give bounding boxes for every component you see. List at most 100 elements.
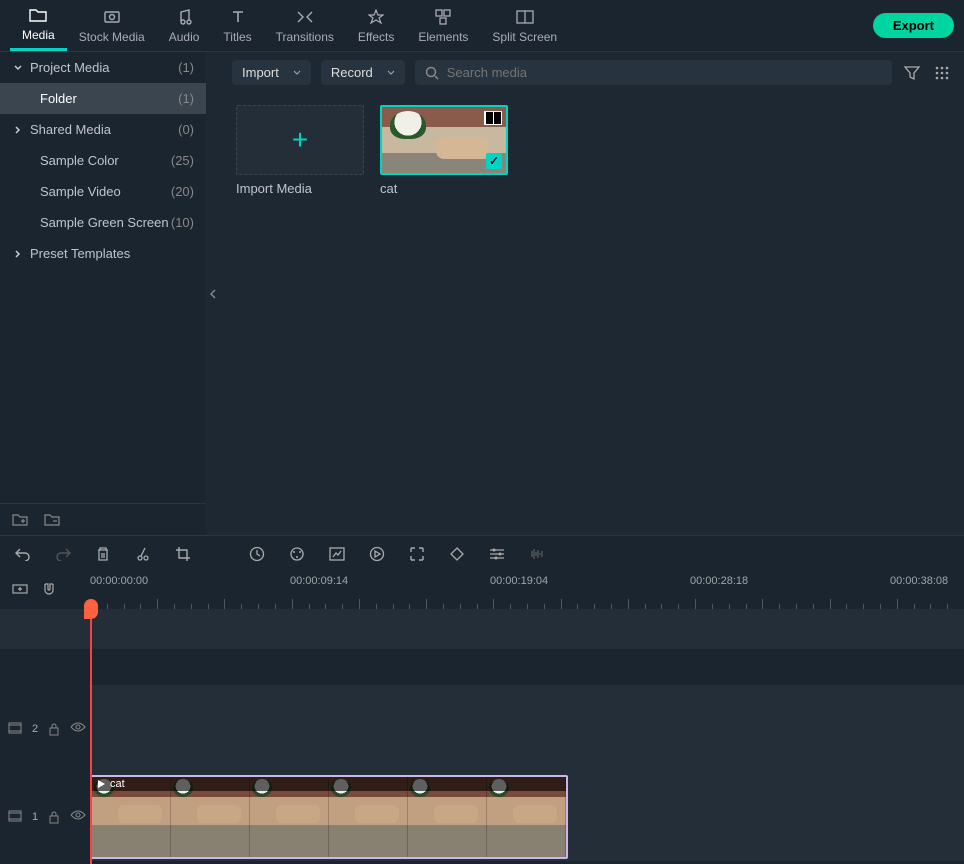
timeline-ruler-row: 00:00:00:0000:00:09:1400:00:19:0400:00:2… [0, 571, 964, 609]
media-clip-cat[interactable]: ✓ cat [380, 105, 508, 196]
filmstrip-icon [484, 111, 502, 125]
stock-icon [103, 8, 121, 26]
import-thumbnail: + [236, 105, 364, 175]
filmstrip-icon [8, 722, 22, 736]
tab-transitions[interactable]: Transitions [264, 0, 346, 51]
top-toolbar: Media Stock Media Audio Titles Transitio… [0, 0, 964, 52]
undo-icon[interactable] [14, 545, 32, 563]
sidebar-item-label: Folder [40, 91, 178, 106]
import-dropdown[interactable]: Import [232, 60, 311, 85]
track-number: 2 [32, 723, 38, 735]
sidebar-bottom-bar [0, 503, 206, 535]
add-track-icon[interactable] [12, 582, 28, 598]
dropdown-label: Import [242, 65, 279, 80]
sidebar-collapse-handle[interactable] [206, 52, 220, 535]
media-grid: + Import Media ✓ cat [220, 93, 964, 208]
ruler-time-label: 00:00:00:00 [90, 575, 148, 587]
sidebar-item-sample-video[interactable]: Sample Video(20) [0, 176, 206, 207]
new-folder-icon[interactable] [12, 512, 28, 528]
sidebar-item-project-media[interactable]: Project Media(1) [0, 52, 206, 83]
transitions-icon [296, 8, 314, 26]
audio-waveform-icon [528, 545, 546, 563]
redo-icon [54, 545, 72, 563]
effects-icon [367, 8, 385, 26]
tab-stock-media[interactable]: Stock Media [67, 0, 157, 51]
tab-label: Stock Media [79, 30, 145, 44]
adjust-icon[interactable] [488, 545, 506, 563]
track-header: 1 [0, 773, 90, 861]
delete-icon[interactable] [94, 545, 112, 563]
tab-titles[interactable]: Titles [211, 0, 263, 51]
sidebar-item-label: Project Media [30, 60, 178, 75]
split-icon [516, 8, 534, 26]
sidebar-item-sample-color[interactable]: Sample Color(25) [0, 145, 206, 176]
clip-header: cat [92, 777, 566, 791]
ruler-time-label: 00:00:09:14 [290, 575, 348, 587]
media-tile-label: Import Media [236, 181, 364, 196]
sidebar-item-label: Shared Media [30, 122, 178, 137]
folder-icon [29, 6, 47, 24]
green-screen-icon[interactable] [328, 545, 346, 563]
record-dropdown[interactable]: Record [321, 60, 405, 85]
grid-view-icon[interactable] [932, 63, 952, 83]
sidebar-item-preset-templates[interactable]: Preset Templates [0, 238, 206, 269]
crop-icon[interactable] [174, 545, 192, 563]
search-box[interactable] [415, 60, 892, 85]
play-icon [96, 779, 106, 789]
tab-audio[interactable]: Audio [157, 0, 212, 51]
motion-icon[interactable] [368, 545, 386, 563]
keyframe-icon[interactable] [448, 545, 466, 563]
tab-media[interactable]: Media [10, 0, 67, 51]
chevron-right-icon [14, 126, 22, 134]
track-content[interactable] [90, 685, 964, 773]
sidebar-item-sample-green-screen[interactable]: Sample Green Screen(10) [0, 207, 206, 238]
timeline: 2 1 cat [0, 609, 964, 864]
eye-icon[interactable] [70, 722, 84, 736]
track-content[interactable]: cat [90, 773, 964, 861]
checkmark-icon: ✓ [486, 153, 502, 169]
text-icon [229, 8, 247, 26]
sidebar-item-label: Preset Templates [30, 246, 194, 261]
sidebar-item-label: Sample Video [40, 184, 171, 199]
keyframe-expand-icon[interactable] [408, 545, 426, 563]
speed-icon[interactable] [248, 545, 266, 563]
import-media-tile[interactable]: + Import Media [236, 105, 364, 196]
sidebar-item-shared-media[interactable]: Shared Media(0) [0, 114, 206, 145]
timeline-toolbar [0, 535, 964, 571]
sidebar: Project Media(1)Folder(1)Shared Media(0)… [0, 52, 206, 535]
ruler-time-label: 00:00:38:08 [890, 575, 948, 587]
eye-icon[interactable] [70, 810, 84, 824]
sidebar-item-count: (10) [171, 215, 194, 230]
tab-label: Audio [169, 30, 200, 44]
sidebar-item-label: Sample Color [40, 153, 171, 168]
track-header: 2 [0, 685, 90, 773]
playhead[interactable] [90, 609, 92, 864]
sidebar-item-count: (20) [171, 184, 194, 199]
filter-icon[interactable] [902, 63, 922, 83]
lock-icon[interactable] [48, 722, 60, 736]
search-input[interactable] [447, 65, 882, 80]
color-icon[interactable] [288, 545, 306, 563]
elements-icon [434, 8, 452, 26]
tab-label: Media [22, 28, 55, 42]
dropdown-label: Record [331, 65, 373, 80]
media-panel-toolbar: Import Record [220, 52, 964, 93]
marker-strip[interactable] [0, 609, 964, 649]
timeline-ruler[interactable]: 00:00:00:0000:00:09:1400:00:19:0400:00:2… [90, 571, 964, 609]
sidebar-item-count: (1) [178, 60, 194, 75]
magnet-icon[interactable] [42, 582, 58, 598]
tab-effects[interactable]: Effects [346, 0, 406, 51]
tab-elements[interactable]: Elements [406, 0, 480, 51]
ruler-time-label: 00:00:19:04 [490, 575, 548, 587]
lock-icon[interactable] [48, 810, 60, 824]
export-button[interactable]: Export [873, 13, 954, 38]
split-icon[interactable] [134, 545, 152, 563]
sidebar-item-count: (25) [171, 153, 194, 168]
sidebar-item-folder[interactable]: Folder(1) [0, 83, 206, 114]
delete-folder-icon[interactable] [44, 512, 60, 528]
tab-split-screen[interactable]: Split Screen [480, 0, 569, 51]
timeline-clip-cat[interactable]: cat [90, 775, 568, 859]
chevron-down-icon [293, 70, 301, 75]
video-track-1: 1 cat [0, 773, 964, 861]
video-track-2: 2 [0, 685, 964, 773]
